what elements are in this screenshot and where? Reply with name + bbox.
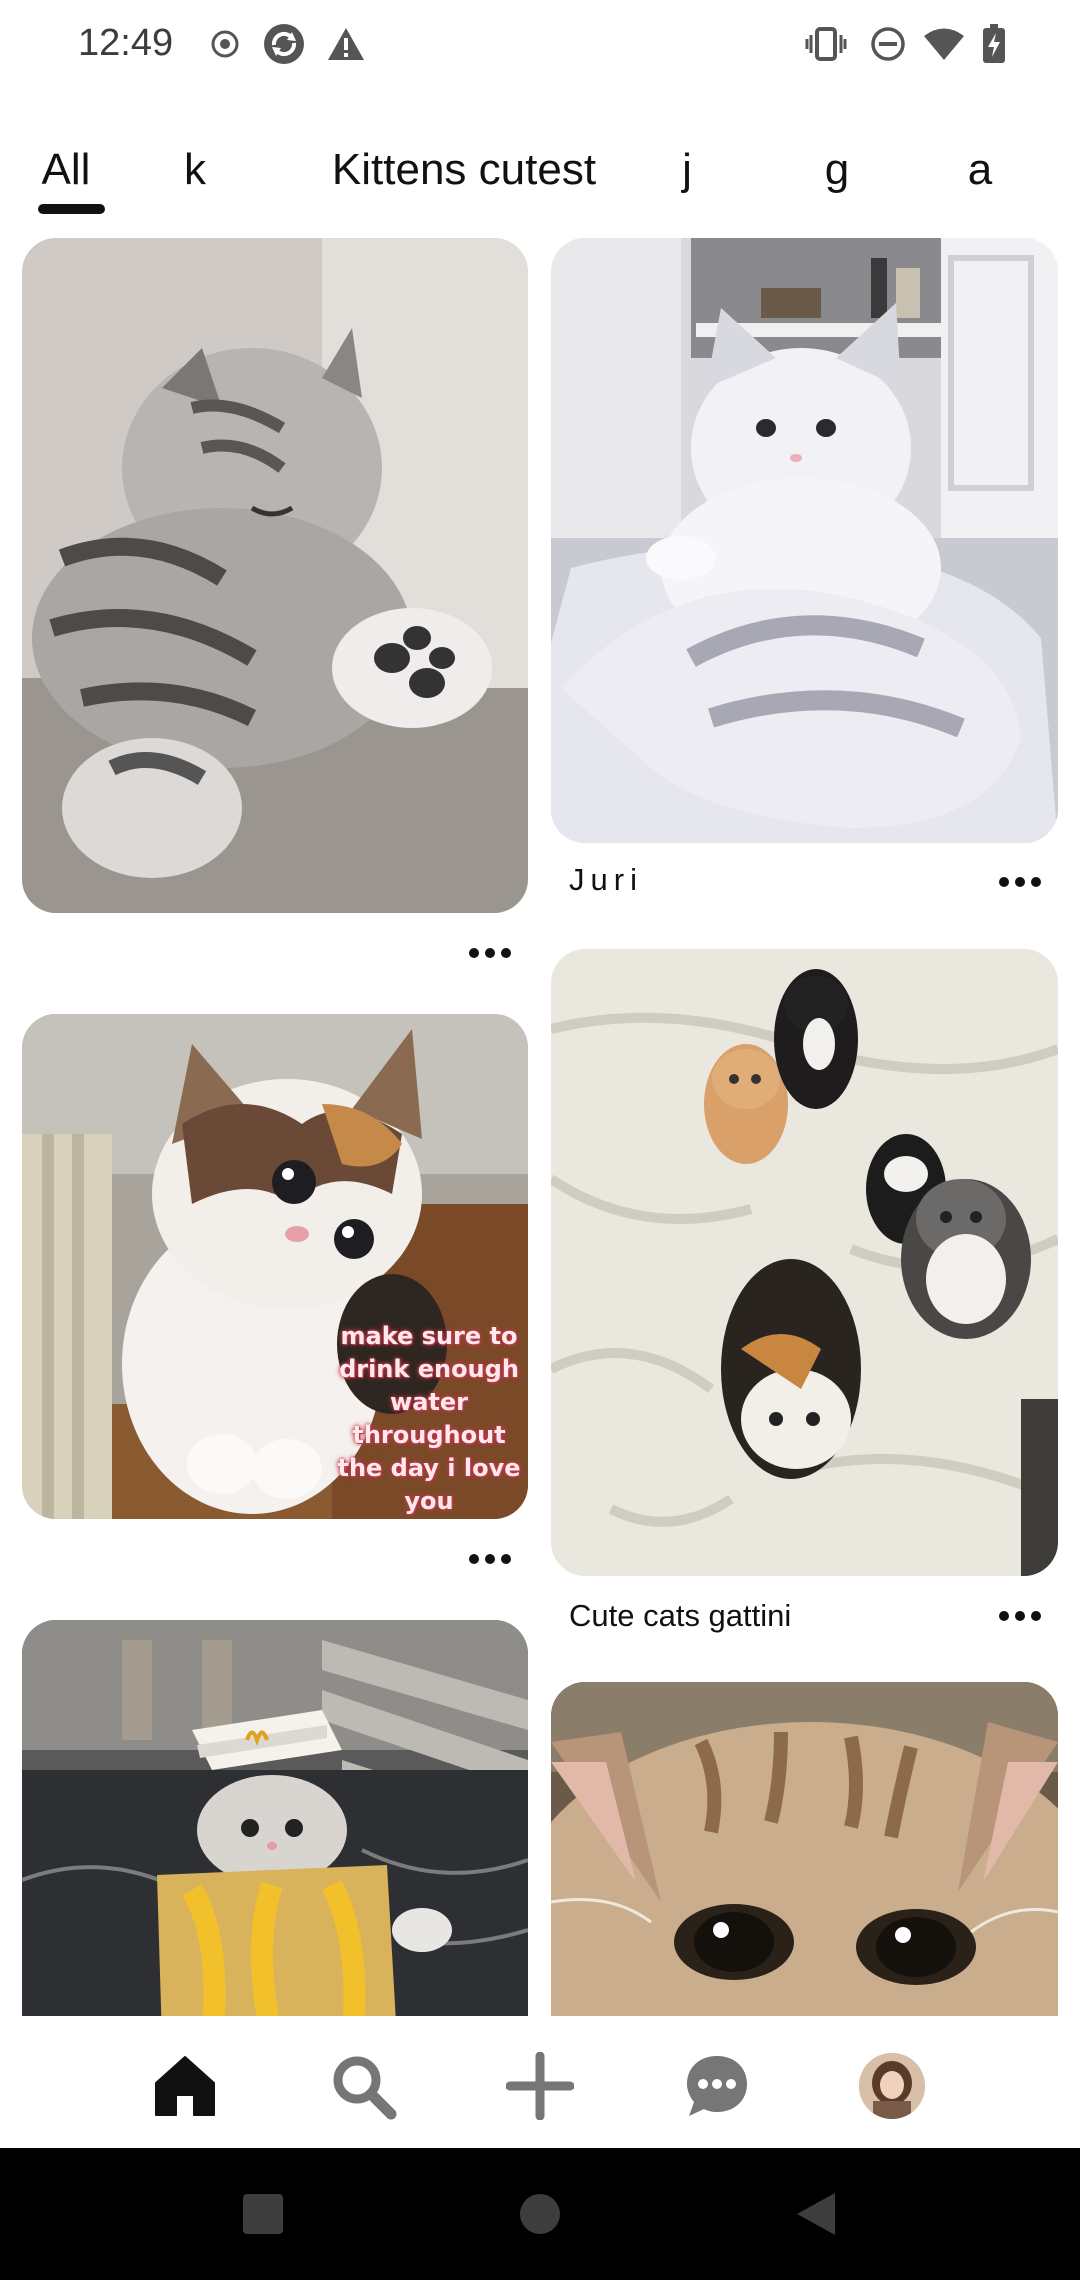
search-icon xyxy=(333,2056,397,2120)
wifi-icon xyxy=(922,24,966,64)
record-icon xyxy=(208,24,242,64)
tab-kittens-cutest[interactable]: Kittens cutest xyxy=(326,140,602,200)
nav-home-button[interactable] xyxy=(145,2046,225,2126)
pin-title: Juri xyxy=(569,862,643,897)
more-icon-dot xyxy=(469,1554,479,1564)
pinterest-home-screen: 12:49 All k Kittens cutest j g a make su… xyxy=(0,0,1080,2280)
status-time: 12:49 xyxy=(78,22,174,64)
more-icon-dot xyxy=(501,1554,511,1564)
pin-image-five-kittens[interactable] xyxy=(551,949,1058,1576)
sync-icon xyxy=(262,24,306,64)
pin-more-button[interactable] xyxy=(460,938,520,968)
pin-more-button[interactable] xyxy=(460,1544,520,1574)
nav-profile-button[interactable] xyxy=(852,2046,932,2126)
recents-icon[interactable] xyxy=(233,2184,293,2244)
pin-more-button[interactable] xyxy=(990,1601,1050,1631)
selected-tab-indicator xyxy=(38,204,105,214)
nav-messages-button[interactable] xyxy=(677,2046,757,2126)
more-icon-dot xyxy=(1015,877,1025,887)
more-icon-dot xyxy=(485,1554,495,1564)
pin-image-kitten-in-bag[interactable] xyxy=(22,1620,528,2040)
system-navigation-bar xyxy=(0,2148,1080,2280)
chat-icon xyxy=(687,2056,747,2116)
board-tabs: All k Kittens cutest j g a xyxy=(0,140,1080,220)
warning-icon xyxy=(326,24,366,64)
more-icon-dot xyxy=(1031,1611,1041,1621)
tab-g[interactable]: g xyxy=(820,140,854,200)
more-icon-dot xyxy=(469,948,479,958)
tab-k[interactable]: k xyxy=(180,140,210,200)
tab-label: k xyxy=(184,145,206,194)
more-icon-dot xyxy=(501,948,511,958)
do-not-disturb-icon xyxy=(868,24,908,64)
tab-label: j xyxy=(682,145,692,194)
more-icon-dot xyxy=(1015,1611,1025,1621)
tab-label: All xyxy=(41,145,91,194)
more-icon-dot xyxy=(485,948,495,958)
pin-more-button[interactable] xyxy=(990,867,1050,897)
pin-image-tabby-closeup[interactable] xyxy=(551,1682,1058,2040)
tab-label: Kittens cutest xyxy=(331,145,597,194)
nav-search-button[interactable] xyxy=(323,2046,403,2126)
more-icon-dot xyxy=(1031,877,1041,887)
tab-label: g xyxy=(824,145,850,194)
pin-title: Cute cats gattini xyxy=(569,1598,792,1633)
back-icon[interactable] xyxy=(786,2184,846,2244)
tab-label: a xyxy=(967,145,993,194)
pin-overlay-text: make sure to drink enough water througho… xyxy=(337,1322,521,1515)
tab-a[interactable]: a xyxy=(964,140,996,200)
tab-j[interactable]: j xyxy=(672,140,702,200)
status-bar: 12:49 xyxy=(0,0,1080,88)
pin-image-fluffy-white-cat[interactable] xyxy=(551,238,1058,843)
more-icon-dot xyxy=(999,1611,1009,1621)
vibrate-icon xyxy=(804,24,848,64)
pin-image-sleeping-kitten[interactable] xyxy=(22,238,528,913)
nav-create-button[interactable] xyxy=(500,2046,580,2126)
avatar xyxy=(859,2053,925,2119)
tab-all[interactable]: All xyxy=(38,140,94,200)
more-icon-dot xyxy=(999,877,1009,887)
pin-image-calico-kitten[interactable]: make sure to drink enough water througho… xyxy=(22,1014,528,1519)
home-circle-icon[interactable] xyxy=(510,2184,570,2244)
bottom-navigation xyxy=(0,2016,1080,2148)
home-icon xyxy=(155,2056,215,2116)
battery-charging-icon xyxy=(978,24,1010,64)
plus-icon xyxy=(506,2052,574,2120)
